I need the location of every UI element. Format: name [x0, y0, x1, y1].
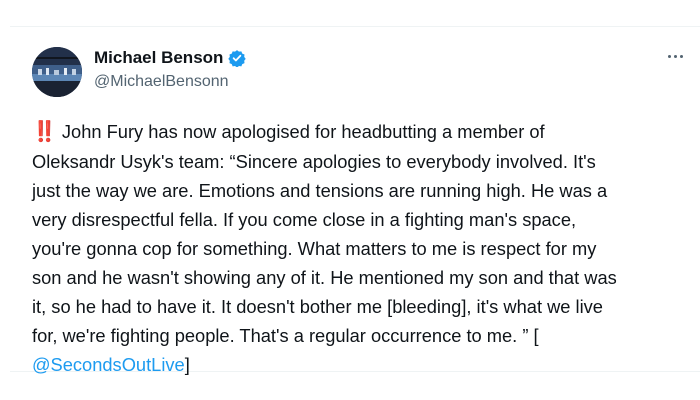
tweet-line: very disrespectful fella. If you come cl… [32, 209, 577, 230]
tweet-line: ‼️ John Fury has now apologised for headb… [32, 117, 692, 147]
stadium-photo-icon [32, 47, 82, 97]
closing-bracket: ] [184, 354, 190, 375]
tweet-line: it, so he had to have it. It doesn't bot… [32, 296, 603, 317]
tweet-line: just the way we are. Emotions and tensio… [32, 180, 608, 201]
author-handle[interactable]: @MichaelBensonn [94, 73, 229, 91]
more-dot [679, 54, 683, 58]
author-name[interactable]: Michael Benson [94, 48, 223, 68]
tweet-card[interactable]: Michael Benson @MichaelBensonn ‼️ John Fu… [10, 26, 700, 375]
author-name-row: Michael Benson [94, 47, 247, 69]
tweet-line: son and he wasn't showing any of it. He … [32, 267, 617, 288]
tweet-line-last: @SecondsOutLive] [32, 350, 692, 379]
more-dot [673, 54, 677, 58]
double-exclamation-icon: ‼️ [32, 121, 57, 143]
screenshot-frame: Michael Benson @MichaelBensonn ‼️ John Fu… [0, 0, 700, 400]
tweet-line: you're gonna cop for something. What mat… [32, 238, 597, 259]
more-horizontal-icon [667, 54, 671, 58]
tweet-text: ‼️ John Fury has now apologised for headb… [32, 117, 692, 379]
tweet-line-text: John Fury has now apologised for headbut… [61, 121, 545, 142]
verified-badge-icon [228, 49, 247, 67]
mention-link[interactable]: @SecondsOutLive [32, 354, 185, 375]
tweet-line: Oleksandr Usyk's team: “Sincere apologie… [32, 151, 596, 172]
avatar[interactable] [32, 47, 82, 97]
tweet-line: for, we're fighting people. That's a reg… [32, 325, 539, 346]
more-options-button[interactable] [660, 41, 690, 71]
